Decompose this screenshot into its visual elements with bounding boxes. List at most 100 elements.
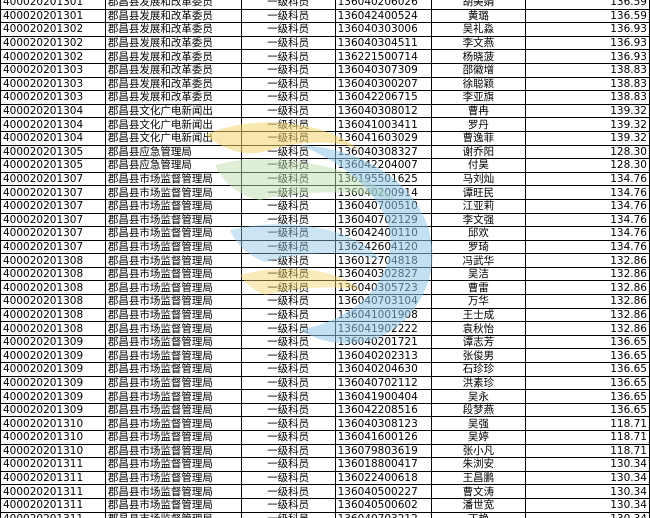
cell-candidate-name[interactable]: 李亚旗 (430, 90, 527, 105)
cell-position-code[interactable]: 400020201304 (0, 130, 106, 146)
cell-department[interactable]: 郡昌县文化广电新闻出 (104, 130, 242, 146)
cell-total-score[interactable]: 132.86 (525, 307, 650, 323)
cell-total-score[interactable]: 134.76 (525, 171, 650, 187)
cell-department[interactable]: 郡昌县市场监督管理局 (104, 375, 242, 391)
cell-candidate-name[interactable]: 朱浏安 (430, 457, 527, 472)
cell-position-title[interactable]: 一级科员 (240, 470, 336, 486)
cell-candidate-name[interactable]: 王士成 (430, 307, 527, 323)
cell-candidate-name[interactable]: 谭旺民 (430, 185, 527, 200)
cell-position-title[interactable]: 一级科员 (240, 402, 336, 418)
cell-exam-id[interactable]: 136040500602 (334, 497, 432, 513)
cell-candidate-name[interactable]: 吴婷 (430, 430, 527, 445)
cell-candidate-name[interactable]: 袁秋怡 (430, 321, 527, 336)
cell-position-code[interactable]: 400020201308 (0, 294, 106, 309)
cell-candidate-name[interactable]: 付昊 (430, 158, 527, 173)
cell-position-title[interactable]: 一级科员 (240, 375, 336, 391)
cell-exam-id[interactable]: 136018800417 (334, 457, 432, 472)
cell-exam-id[interactable]: 136042400524 (334, 8, 432, 24)
cell-position-code[interactable]: 400020201301 (0, 8, 106, 24)
cell-total-score[interactable]: 130.34 (525, 511, 650, 518)
cell-position-code[interactable]: 400020201302 (0, 49, 106, 64)
cell-candidate-name[interactable]: 胡美娟 (430, 0, 527, 10)
cell-candidate-name[interactable]: 邱欢 (430, 226, 527, 241)
cell-position-code[interactable]: 400020201311 (0, 497, 106, 513)
cell-position-code[interactable]: 400020201309 (0, 362, 106, 377)
cell-exam-id[interactable]: 136042204007 (334, 158, 432, 173)
cell-position-title[interactable]: 一级科员 (240, 8, 336, 24)
cell-department[interactable]: 郡昌县市场监督管理局 (104, 430, 242, 445)
cell-department[interactable]: 郡昌县发展和改革委员 (104, 8, 242, 24)
cell-position-title[interactable]: 一级科员 (240, 280, 336, 296)
cell-candidate-name[interactable]: 吴洁 (430, 266, 527, 282)
cell-exam-id[interactable]: 136041902222 (334, 321, 432, 336)
cell-position-code[interactable]: 400020201311 (0, 457, 106, 472)
cell-exam-id[interactable]: 136041900404 (334, 389, 432, 404)
cell-candidate-name[interactable]: 丁艳 (430, 511, 527, 518)
cell-position-code[interactable]: 400020201308 (0, 253, 106, 268)
cell-exam-id[interactable]: 136022400618 (334, 470, 432, 486)
cell-total-score[interactable]: 128.30 (525, 158, 650, 173)
cell-exam-id[interactable]: 136040703104 (334, 294, 432, 309)
cell-total-score[interactable]: 132.86 (525, 266, 650, 282)
cell-department[interactable]: 郡昌县市场监督管理局 (104, 321, 242, 336)
cell-department[interactable]: 郡昌县市场监督管理局 (104, 307, 242, 323)
cell-total-score[interactable]: 130.34 (525, 457, 650, 472)
cell-candidate-name[interactable]: 吴礼淼 (430, 22, 527, 37)
cell-position-code[interactable]: 400020201307 (0, 212, 106, 228)
cell-position-title[interactable]: 一级科员 (240, 334, 336, 350)
cell-total-score[interactable]: 132.86 (525, 321, 650, 336)
cell-position-code[interactable]: 400020201309 (0, 402, 106, 418)
cell-department[interactable]: 郡昌县市场监督管理局 (104, 511, 242, 518)
cell-position-code[interactable]: 400020201303 (0, 62, 106, 78)
cell-exam-id[interactable]: 136012704818 (334, 253, 432, 268)
cell-position-code[interactable]: 400020201305 (0, 144, 106, 160)
cell-total-score[interactable]: 136.65 (525, 402, 650, 418)
cell-position-code[interactable]: 400020201303 (0, 90, 106, 105)
cell-position-code[interactable]: 400020201304 (0, 117, 106, 132)
cell-candidate-name[interactable]: 罗丹 (430, 117, 527, 132)
cell-department[interactable]: 郡昌县应急管理局 (104, 144, 242, 160)
cell-exam-id[interactable]: 136040200914 (334, 185, 432, 200)
cell-department[interactable]: 郡昌县市场监督管理局 (104, 239, 242, 255)
cell-exam-id[interactable]: 136042400110 (334, 226, 432, 241)
cell-candidate-name[interactable]: 王昌鹏 (430, 470, 527, 486)
cell-department[interactable]: 郡昌县市场监督管理局 (104, 348, 242, 364)
cell-department[interactable]: 郡昌县市场监督管理局 (104, 198, 242, 214)
cell-position-title[interactable]: 一级科员 (240, 226, 336, 241)
cell-total-score[interactable]: 134.76 (525, 212, 650, 228)
cell-candidate-name[interactable]: 邵徽增 (430, 62, 527, 78)
cell-total-score[interactable]: 138.83 (525, 62, 650, 78)
cell-position-title[interactable]: 一级科员 (240, 307, 336, 323)
cell-total-score[interactable]: 118.71 (525, 443, 650, 459)
cell-total-score[interactable]: 136.65 (525, 375, 650, 391)
cell-position-title[interactable]: 一级科员 (240, 362, 336, 377)
cell-position-code[interactable]: 400020201304 (0, 103, 106, 119)
cell-position-code[interactable]: 400020201305 (0, 158, 106, 173)
cell-total-score[interactable]: 136.59 (525, 8, 650, 24)
cell-total-score[interactable]: 136.59 (525, 0, 650, 10)
cell-position-title[interactable]: 一级科员 (240, 266, 336, 282)
cell-position-title[interactable]: 一级科员 (240, 294, 336, 309)
cell-position-title[interactable]: 一级科员 (240, 348, 336, 364)
cell-position-title[interactable]: 一级科员 (240, 35, 336, 51)
cell-total-score[interactable]: 134.76 (525, 185, 650, 200)
cell-position-code[interactable]: 400020201310 (0, 430, 106, 445)
cell-position-title[interactable]: 一级科员 (240, 117, 336, 132)
cell-exam-id[interactable]: 136040700510 (334, 198, 432, 214)
cell-position-title[interactable]: 一级科员 (240, 103, 336, 119)
cell-candidate-name[interactable]: 李文燕 (430, 35, 527, 51)
cell-exam-id[interactable]: 136041001908 (334, 307, 432, 323)
cell-exam-id[interactable]: 136040206026 (334, 0, 432, 10)
cell-department[interactable]: 郡昌县市场监督管理局 (104, 497, 242, 513)
cell-total-score[interactable]: 128.30 (525, 144, 650, 160)
cell-position-title[interactable]: 一级科员 (240, 321, 336, 336)
cell-exam-id[interactable]: 136195501625 (334, 171, 432, 187)
cell-candidate-name[interactable]: 江亚莉 (430, 198, 527, 214)
cell-total-score[interactable]: 134.76 (525, 226, 650, 241)
cell-total-score[interactable]: 118.71 (525, 430, 650, 445)
cell-department[interactable]: 郡昌县市场监督管理局 (104, 280, 242, 296)
cell-exam-id[interactable]: 136040300207 (334, 76, 432, 92)
cell-position-title[interactable]: 一级科员 (240, 511, 336, 518)
cell-position-title[interactable]: 一级科员 (240, 130, 336, 146)
cell-total-score[interactable]: 138.83 (525, 90, 650, 105)
